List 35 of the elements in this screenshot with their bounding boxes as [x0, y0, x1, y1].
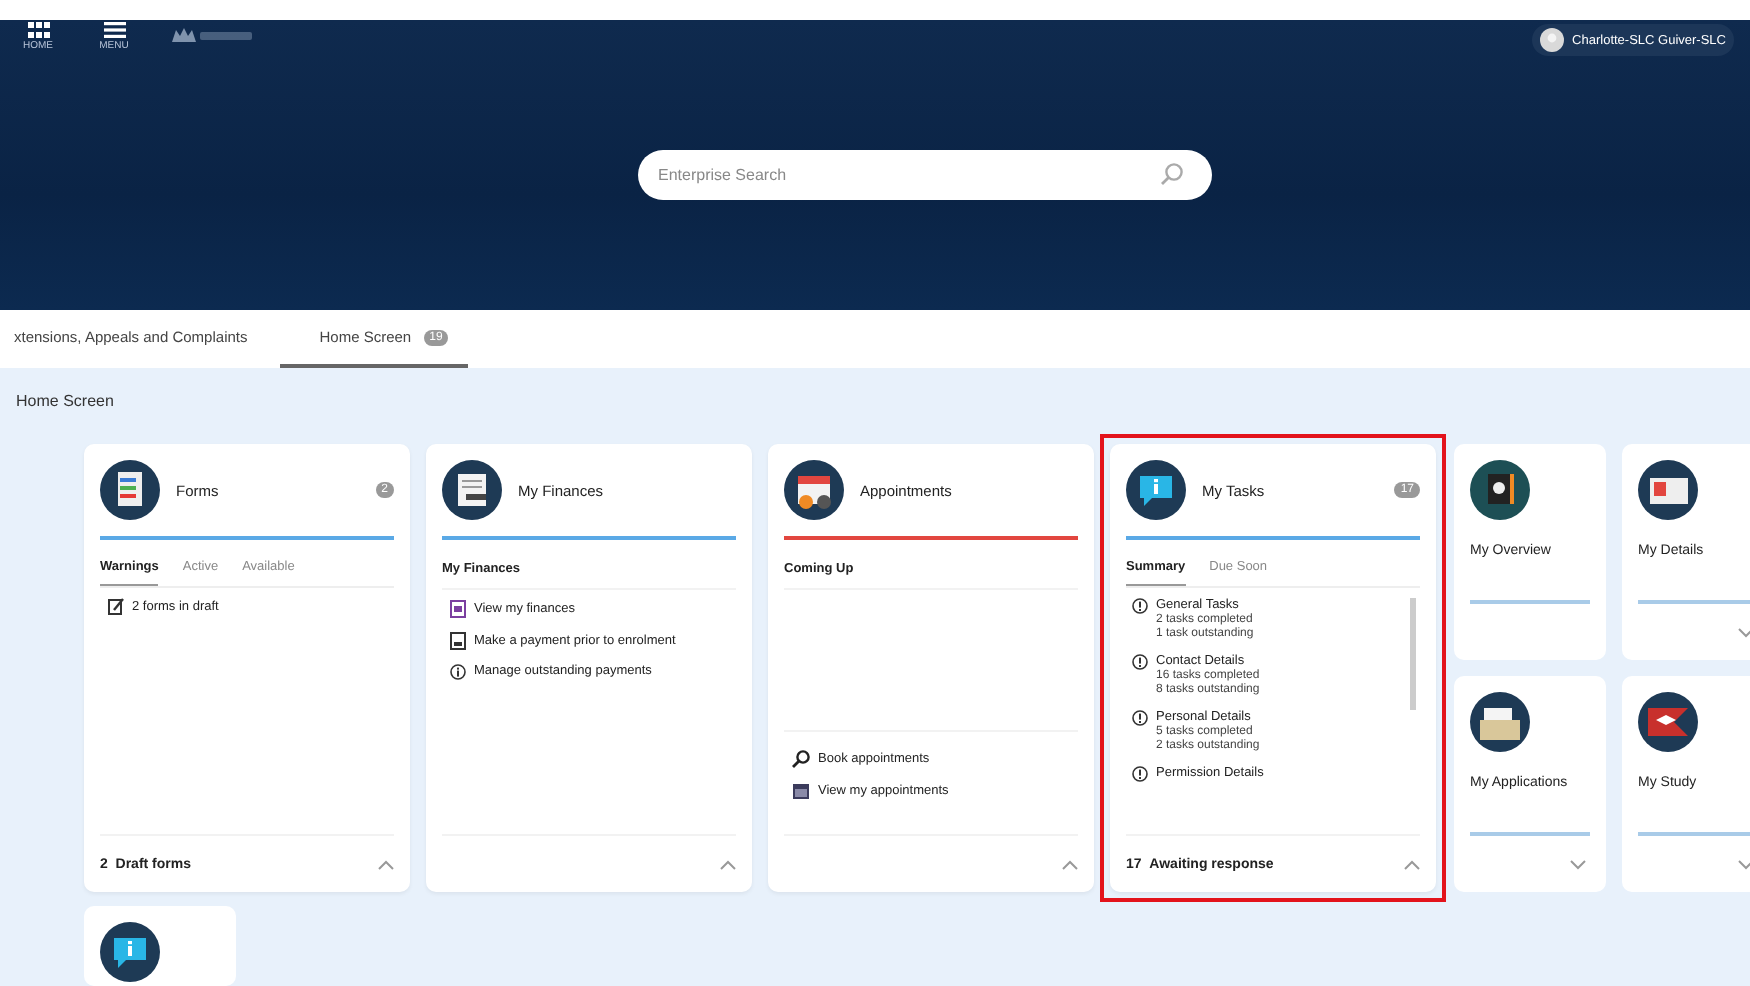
info-icon [1132, 765, 1148, 781]
folder-icon [1470, 692, 1530, 752]
chevron-icon[interactable] [720, 859, 736, 869]
chevron-icon[interactable] [1404, 859, 1420, 869]
calendar-icon [792, 782, 810, 800]
chevron-icon[interactable] [378, 859, 394, 869]
chevron-icon[interactable] [1738, 859, 1750, 869]
menu-icon [103, 22, 125, 38]
chevron-icon[interactable] [1738, 627, 1750, 637]
forms-icon [100, 460, 160, 520]
info-icon [1132, 597, 1148, 613]
graduation-cap-icon [1638, 692, 1698, 752]
scrollbar[interactable] [1410, 597, 1416, 709]
receipt-icon [450, 631, 466, 649]
avatar-icon [1540, 28, 1565, 52]
document-icon [442, 460, 502, 520]
search-field[interactable]: Enterprise Search [638, 150, 1212, 200]
info-icon [1132, 709, 1148, 725]
info-bubble-icon [100, 922, 160, 982]
edit-icon [108, 597, 124, 615]
document-icon [450, 599, 466, 617]
info-bubble-icon [1126, 460, 1186, 520]
search-icon [792, 750, 810, 768]
chevron-icon[interactable] [1062, 859, 1078, 869]
chevron-icon[interactable] [1570, 859, 1586, 869]
address-book-icon [1470, 460, 1530, 520]
grid-icon [27, 22, 49, 38]
calendar-icon [784, 460, 844, 520]
id-card-icon [1638, 460, 1698, 520]
search-icon [1160, 162, 1184, 186]
info-icon [450, 663, 466, 679]
info-icon [1132, 653, 1148, 669]
crest-logo-icon [172, 26, 252, 44]
page-title: Home Screen [16, 392, 116, 410]
tile[interactable] [84, 906, 236, 986]
